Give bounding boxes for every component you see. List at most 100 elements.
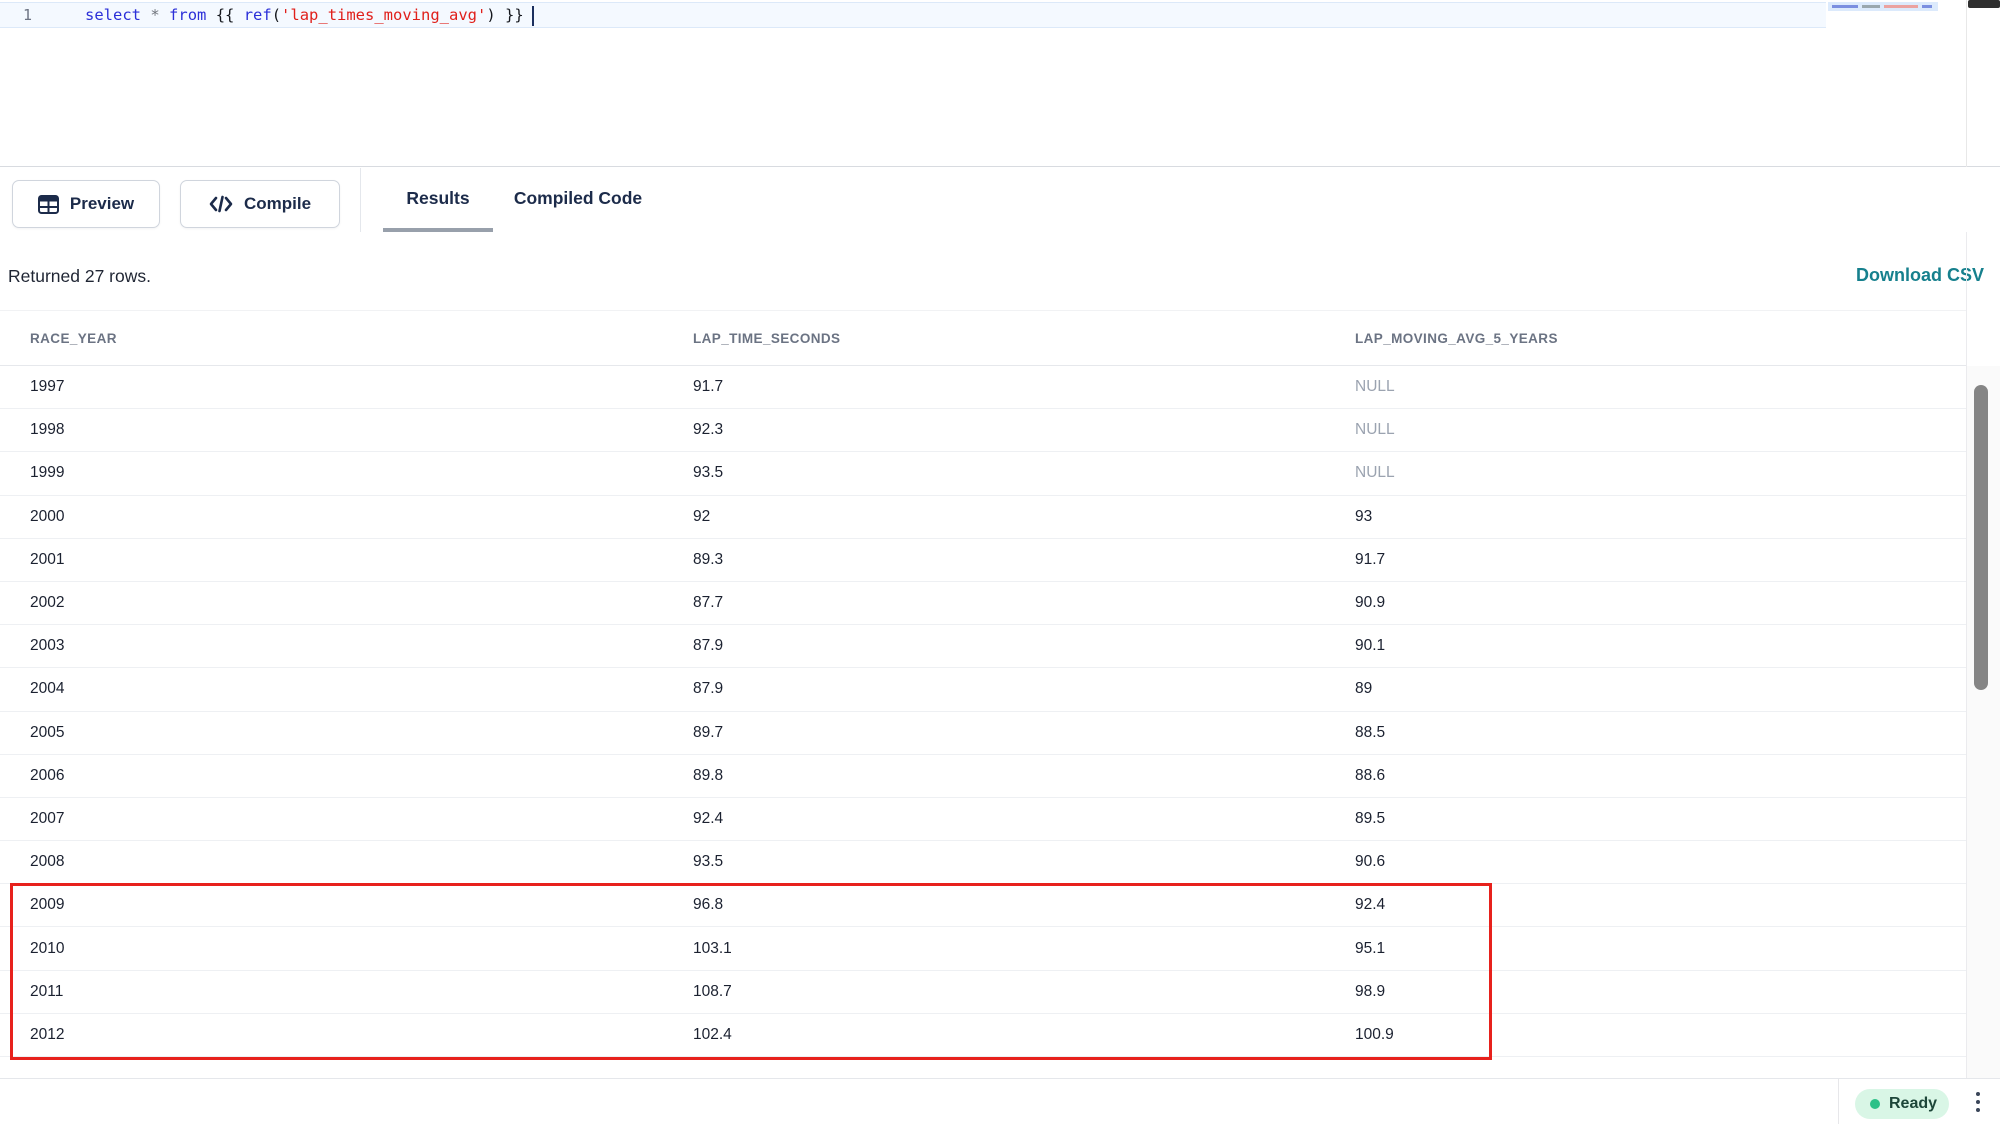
table-cell: 2002 xyxy=(0,594,663,612)
text-cursor xyxy=(532,6,535,26)
table-cell: 89.5 xyxy=(1325,810,1966,828)
status-badge: Ready xyxy=(1855,1089,1949,1119)
table-cell: 2005 xyxy=(0,724,663,742)
code-token-plain: ) xyxy=(486,6,505,24)
table-row: 20009293 xyxy=(0,496,1966,539)
table-cell: 2010 xyxy=(0,940,663,958)
table-cell: 89.7 xyxy=(663,724,1325,742)
kebab-menu-icon[interactable] xyxy=(1972,1087,1984,1117)
table-icon xyxy=(38,195,59,214)
table-row: 200996.892.4 xyxy=(0,884,1966,927)
table-row: 2010103.195.1 xyxy=(0,927,1966,970)
table-cell: 103.1 xyxy=(663,940,1325,958)
table-row: 200893.590.6 xyxy=(0,841,1966,884)
table-row: 200189.391.7 xyxy=(0,539,1966,582)
table-cell: 2006 xyxy=(0,767,663,785)
tab-results-label: Results xyxy=(406,188,469,208)
table-cell: 92.4 xyxy=(663,810,1325,828)
table-cell: 88.5 xyxy=(1325,724,1966,742)
table-cell: 87.9 xyxy=(663,637,1325,655)
minimap-token xyxy=(1832,5,1858,8)
column-header-lap-moving-avg[interactable]: LAP_MOVING_AVG_5_YEARS xyxy=(1325,331,1966,346)
table-cell: 90.6 xyxy=(1325,853,1966,871)
table-cell: 93.5 xyxy=(663,853,1325,871)
table-row: 199892.3NULL xyxy=(0,409,1966,452)
code-token-plain: {{ xyxy=(206,6,243,24)
table-cell: 2003 xyxy=(0,637,663,655)
table-cell: 2009 xyxy=(0,896,663,914)
table-cell: 1998 xyxy=(0,421,663,439)
table-cell: 2008 xyxy=(0,853,663,871)
editor-minimap[interactable] xyxy=(1828,0,1965,167)
table-cell: 96.8 xyxy=(663,896,1325,914)
table-cell: 89.3 xyxy=(663,551,1325,569)
line-number: 1 xyxy=(0,2,55,28)
status-bar: Ready xyxy=(0,1078,2000,1124)
status-dot-icon xyxy=(1870,1099,1880,1109)
column-header-lap-time-seconds[interactable]: LAP_TIME_SECONDS xyxy=(663,331,1325,346)
minimap-token xyxy=(1884,5,1918,8)
code-tokens: select * from {{ ref('lap_times_moving_a… xyxy=(85,6,524,24)
compile-button-label: Compile xyxy=(244,194,311,214)
editor-divider xyxy=(1966,0,1967,167)
compile-button[interactable]: Compile xyxy=(180,180,340,228)
table-header-row: RACE_YEAR LAP_TIME_SECONDS LAP_MOVING_AV… xyxy=(0,310,1966,366)
table-cell: 90.9 xyxy=(1325,594,1966,612)
table-cell: 87.7 xyxy=(663,594,1325,612)
table-cell: 2000 xyxy=(0,508,663,526)
code-token-keyword: from xyxy=(169,6,206,24)
table-cell: 108.7 xyxy=(663,983,1325,1001)
minimap-slider[interactable] xyxy=(1968,0,2000,8)
status-badge-label: Ready xyxy=(1889,1095,1937,1113)
code-token-operator: * xyxy=(150,6,159,24)
code-icon xyxy=(209,195,233,213)
tab-compiled-code[interactable]: Compiled Code xyxy=(513,168,643,232)
table-cell: 91.7 xyxy=(1325,551,1966,569)
table-cell: 1997 xyxy=(0,378,663,396)
table-row: 200387.990.1 xyxy=(0,625,1966,668)
table-cell: 2004 xyxy=(0,680,663,698)
table-row: 200487.989 xyxy=(0,668,1966,711)
status-bar-divider xyxy=(1838,1079,1839,1124)
table-cell: 88.6 xyxy=(1325,767,1966,785)
table-cell: 2011 xyxy=(0,983,663,1001)
table-cell: 98.9 xyxy=(1325,983,1966,1001)
table-cell: 91.7 xyxy=(663,378,1325,396)
table-cell: 92 xyxy=(663,508,1325,526)
table-cell: 90.1 xyxy=(1325,637,1966,655)
table-body: 199791.7NULL199892.3NULL199993.5NULL2000… xyxy=(0,366,1966,1057)
results-scrollbar-thumb[interactable] xyxy=(1974,385,1988,690)
code-editor[interactable]: 1 select * from {{ ref('lap_times_moving… xyxy=(0,0,2000,167)
table-row: 2012102.4100.9 xyxy=(0,1014,1966,1057)
table-cell: NULL xyxy=(1325,464,1966,482)
table-cell: 92.3 xyxy=(663,421,1325,439)
toolbar-divider xyxy=(360,168,361,232)
code-token-keyword: select xyxy=(85,6,141,24)
table-cell: 102.4 xyxy=(663,1026,1325,1044)
tab-compiled-code-label: Compiled Code xyxy=(514,188,642,208)
table-cell: 2007 xyxy=(0,810,663,828)
table-cell: 93.5 xyxy=(663,464,1325,482)
table-cell: 89.8 xyxy=(663,767,1325,785)
tab-results[interactable]: Results xyxy=(383,168,493,232)
results-panel: Returned 27 rows. Download CSV RACE_YEAR… xyxy=(0,232,2000,1078)
code-token-plain xyxy=(141,6,150,24)
table-cell: 1999 xyxy=(0,464,663,482)
code-token-plain xyxy=(160,6,169,24)
results-toolbar: Preview Compile Results Compiled Code xyxy=(0,168,2000,232)
download-csv-link[interactable]: Download CSV xyxy=(1856,265,1984,286)
table-cell: 2001 xyxy=(0,551,663,569)
preview-button-label: Preview xyxy=(70,194,134,214)
code-token-plain: ( xyxy=(272,6,281,24)
ide-screen: 1 select * from {{ ref('lap_times_moving… xyxy=(0,0,2000,1124)
preview-button[interactable]: Preview xyxy=(12,180,160,228)
table-cell: 92.4 xyxy=(1325,896,1966,914)
table-cell: 89 xyxy=(1325,680,1966,698)
code-line[interactable]: select * from {{ ref('lap_times_moving_a… xyxy=(85,2,534,28)
table-cell: 95.1 xyxy=(1325,940,1966,958)
code-token-keyword: ref xyxy=(244,6,272,24)
table-row: 2011108.798.9 xyxy=(0,971,1966,1014)
table-cell: NULL xyxy=(1325,421,1966,439)
table-cell: 93 xyxy=(1325,508,1966,526)
column-header-race-year[interactable]: RACE_YEAR xyxy=(0,331,663,346)
